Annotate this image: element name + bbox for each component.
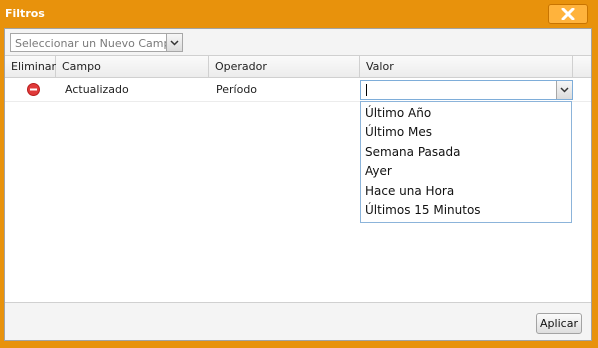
row-campo: Actualizado xyxy=(65,83,129,96)
grid-header: Eliminar Campo Operador Valor xyxy=(5,56,591,78)
window-titlebar[interactable]: Filtros xyxy=(0,0,598,26)
new-field-dropdown-button[interactable] xyxy=(166,34,182,51)
close-button[interactable] xyxy=(548,4,588,24)
row-operador: Período xyxy=(216,83,258,96)
filters-window: Filtros Seleccionar un Nuevo Campo Elimi… xyxy=(0,0,598,348)
dropdown-option-ultimos-15-minutos[interactable]: Últimos 15 Minutos xyxy=(365,203,481,217)
column-header-operador[interactable]: Operador xyxy=(209,56,360,77)
filters-panel: Seleccionar un Nuevo Campo Eliminar Camp… xyxy=(4,28,592,341)
text-caret xyxy=(366,84,367,96)
dropdown-option-ultimo-ano[interactable]: Último Año xyxy=(365,106,431,120)
dropdown-option-ayer[interactable]: Ayer xyxy=(365,164,392,178)
dialog-footer: Aplicar xyxy=(5,302,591,340)
value-dropdown-list: Último Año Último Mes Semana Pasada Ayer… xyxy=(360,101,572,223)
close-icon xyxy=(561,8,575,20)
column-header-campo[interactable]: Campo xyxy=(56,56,209,77)
value-combobox[interactable] xyxy=(360,80,573,100)
new-field-select[interactable]: Seleccionar un Nuevo Campo xyxy=(10,33,183,52)
dropdown-option-semana-pasada[interactable]: Semana Pasada xyxy=(365,145,460,159)
dropdown-option-hace-una-hora[interactable]: Hace una Hora xyxy=(365,184,454,198)
delete-icon[interactable] xyxy=(27,83,40,96)
new-field-select-placeholder: Seleccionar un Nuevo Campo xyxy=(15,37,178,50)
filters-toolbar: Seleccionar un Nuevo Campo xyxy=(5,29,591,56)
column-header-eliminar[interactable]: Eliminar xyxy=(5,56,56,77)
apply-button[interactable]: Aplicar xyxy=(536,313,582,334)
value-dropdown-button[interactable] xyxy=(556,81,572,99)
dropdown-option-ultimo-mes[interactable]: Último Mes xyxy=(365,125,432,139)
column-header-valor[interactable]: Valor xyxy=(360,56,573,77)
chevron-down-icon xyxy=(170,39,179,46)
chevron-down-icon xyxy=(560,87,569,93)
window-title: Filtros xyxy=(5,7,45,20)
